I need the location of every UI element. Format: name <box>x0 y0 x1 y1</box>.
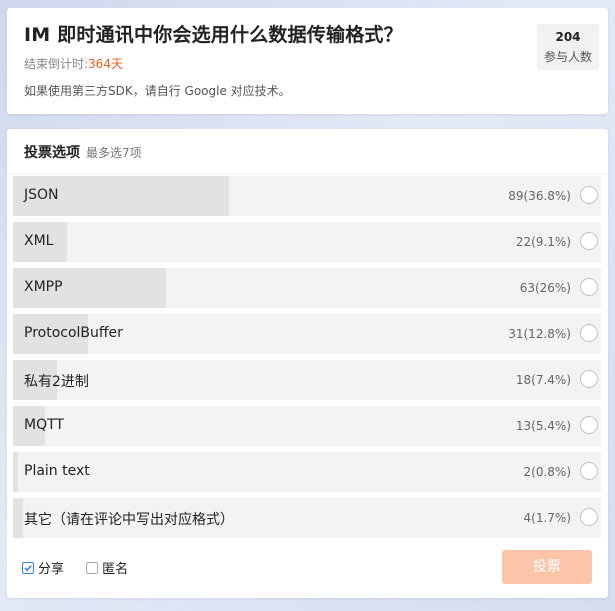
vote-footer: 分享 匿名 <box>22 558 146 577</box>
vote-option[interactable]: XMPP 63(26%) <box>13 268 601 308</box>
vote-option-label: 其它（请在评论中写出对应格式） <box>24 512 234 528</box>
countdown-value: 364天 <box>88 57 123 71</box>
share-checkbox[interactable] <box>22 561 34 574</box>
check-icon <box>24 564 32 571</box>
vote-option[interactable]: MQTT 13(5.4%) <box>13 406 601 446</box>
vote-option[interactable]: 私有2进制 18(7.4%) <box>13 360 601 400</box>
vote-option-stat: 18(7.4%) <box>515 373 571 387</box>
vote-option-label: XMPP <box>24 279 63 295</box>
vote-option[interactable]: ProtocolBuffer 31(12.8%) <box>13 314 601 354</box>
anonymous-label: 匿名 <box>102 562 129 577</box>
vote-heading: 投票选项 最多选7项 <box>24 142 142 162</box>
vote-option-stat: 22(9.1%) <box>515 235 571 249</box>
vote-option[interactable]: XML 22(9.1%) <box>13 222 601 262</box>
poll-note: 如果使用第三方SDK，请自行 Google 对应技术。 <box>24 84 291 98</box>
vote-options-list: JSON 89(36.8%) XML 22(9.1%) XMPP 63(26%) Proto… <box>13 176 601 544</box>
vote-card: 投票选项 最多选7项 JSON 89(36.8%) XML 22(9.1%) XMPP 63… <box>7 129 608 598</box>
vote-option-stat: 31(12.8%) <box>508 327 571 341</box>
vote-option-stat: 89(36.8%) <box>508 189 571 203</box>
vote-option-label: Plain text <box>24 463 90 479</box>
vote-option-result-bar <box>13 498 23 538</box>
vote-option-label: ProtocolBuffer <box>24 325 123 341</box>
vote-option-radio[interactable] <box>580 232 598 250</box>
vote-option-radio[interactable] <box>580 508 598 526</box>
vote-option-stat: 2(0.8%) <box>523 465 571 479</box>
vote-option-label: JSON <box>24 187 59 203</box>
countdown-label: 结束倒计时: <box>24 57 89 71</box>
vote-option[interactable]: 其它（请在评论中写出对应格式） 4(1.7%) <box>13 498 601 538</box>
vote-option[interactable]: Plain text 2(0.8%) <box>13 452 601 492</box>
vote-option-radio[interactable] <box>580 186 598 204</box>
vote-heading-label: 投票选项 <box>24 145 80 161</box>
vote-option-stat: 13(5.4%) <box>515 419 571 433</box>
poll-header-card: IM 即时通讯中你会选用什么数据传输格式？ 结束倒计时:364天 如果使用第三方… <box>7 8 608 114</box>
vote-limit: 最多选7项 <box>86 146 142 160</box>
vote-option-radio[interactable] <box>580 278 598 296</box>
poll-title: IM 即时通讯中你会选用什么数据传输格式？ <box>24 24 403 46</box>
participants-count: 204 <box>555 30 581 44</box>
vote-option-result-bar <box>13 452 18 492</box>
divider <box>7 173 608 174</box>
vote-option-label: MQTT <box>24 417 64 433</box>
vote-option-stat: 63(26%) <box>519 281 571 295</box>
participants-label: 参与人数 <box>543 50 592 64</box>
vote-option-label: 私有2进制 <box>24 374 89 390</box>
anonymous-checkbox[interactable] <box>86 561 99 574</box>
vote-option-radio[interactable] <box>580 416 598 434</box>
vote-option[interactable]: JSON 89(36.8%) <box>13 176 601 216</box>
participants-badge: 204 参与人数 <box>537 24 599 70</box>
vote-option-radio[interactable] <box>580 370 598 388</box>
vote-option-stat: 4(1.7%) <box>523 511 571 525</box>
vote-submit-button[interactable]: 投票 <box>502 550 592 584</box>
vote-option-radio[interactable] <box>580 462 598 480</box>
vote-option-label: XML <box>24 233 54 249</box>
vote-option-radio[interactable] <box>580 324 598 342</box>
countdown: 结束倒计时:364天 <box>24 55 123 72</box>
share-label: 分享 <box>38 562 65 577</box>
